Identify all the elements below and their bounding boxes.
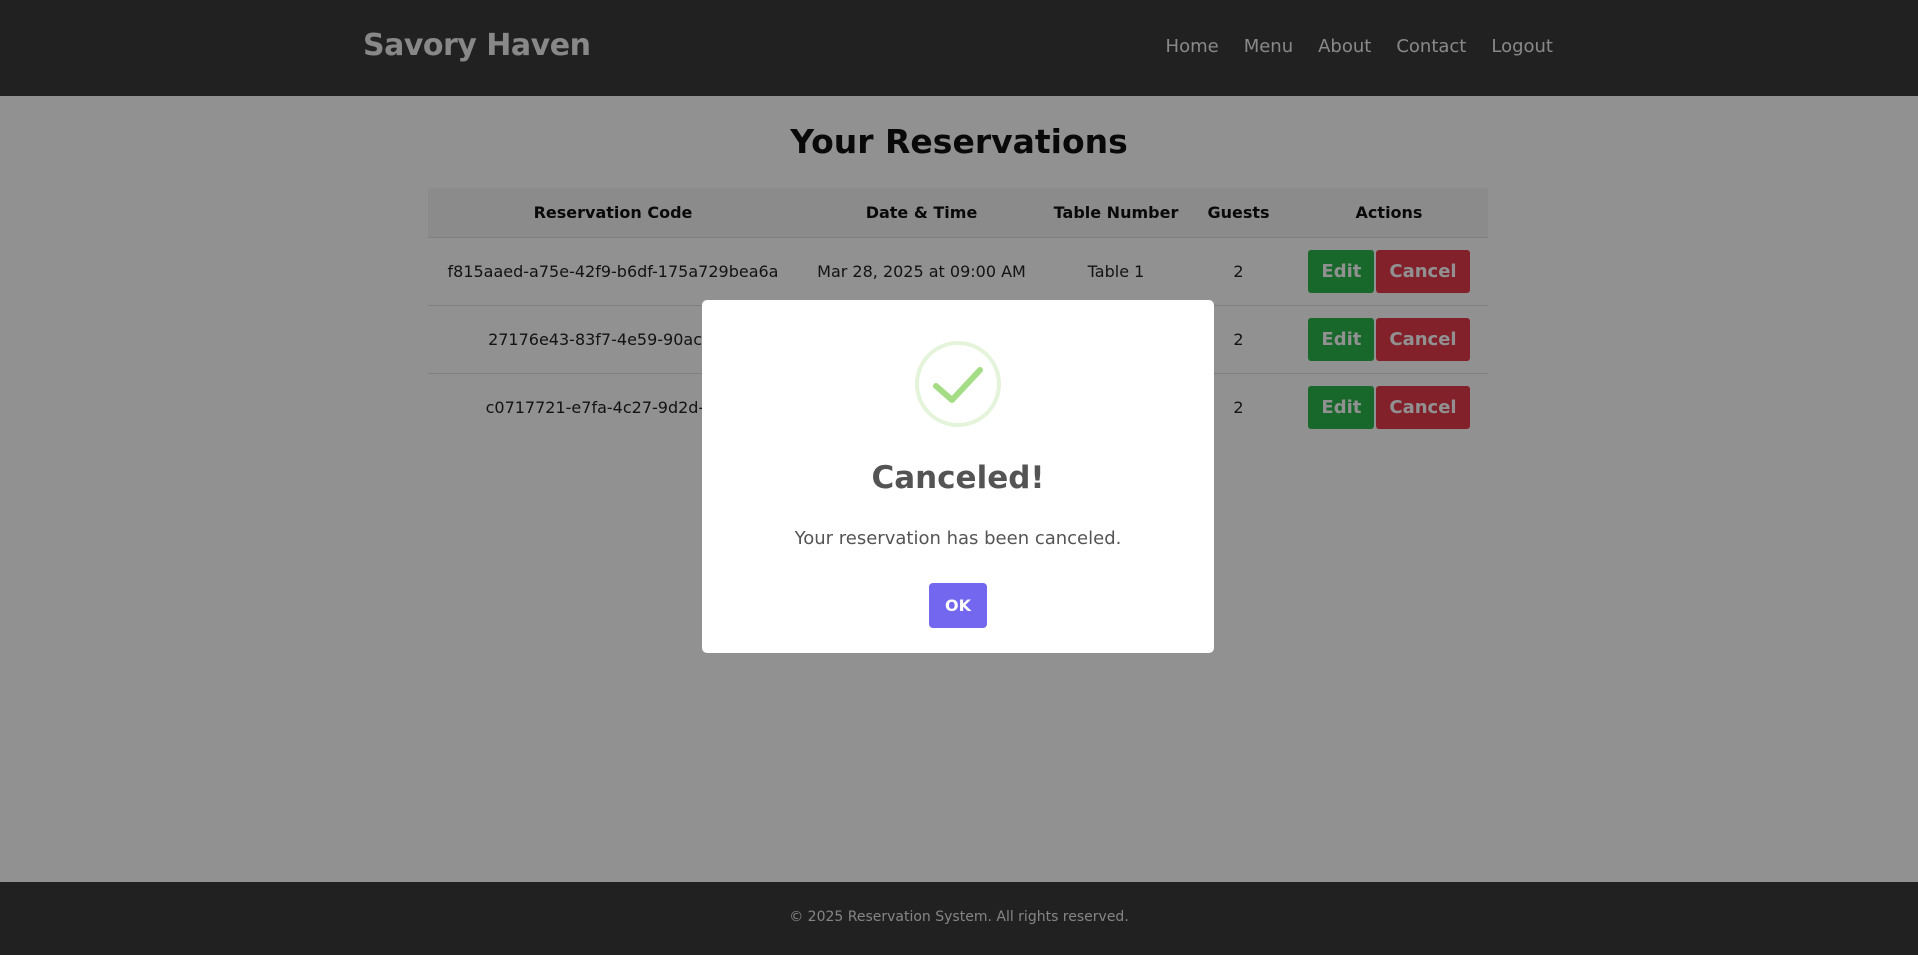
check-icon [915,341,1001,427]
ok-button[interactable]: OK [929,583,987,628]
success-dialog: Canceled! Your reservation has been canc… [702,300,1214,653]
dialog-title: Canceled! [871,460,1045,496]
dialog-message: Your reservation has been canceled. [794,528,1122,549]
